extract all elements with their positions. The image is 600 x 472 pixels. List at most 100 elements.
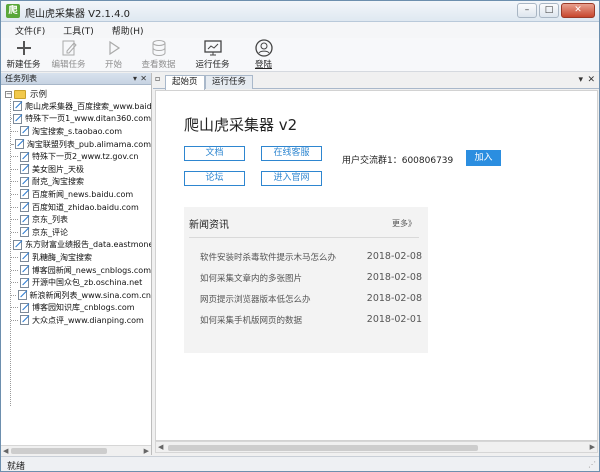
task-item-label: 百度知道_zhidao.baidu.com (32, 202, 139, 212)
task-tree-item[interactable]: 京东_评论 (11, 226, 151, 239)
menu-tools[interactable]: 工具(T) (54, 22, 103, 38)
content-hscrollbar[interactable]: ◀ ▶ (155, 441, 598, 453)
task-tree-item[interactable]: 百度知道_zhidao.baidu.com (11, 201, 151, 214)
task-file-icon (20, 176, 29, 187)
task-item-label: 博客园新闻_news_cnblogs.com (31, 265, 151, 275)
menu-help[interactable]: 帮助(H) (103, 22, 153, 38)
forum-button[interactable]: 论坛 (184, 171, 245, 186)
task-item-label: 耐克_淘宝搜索 (32, 177, 84, 187)
news-item[interactable]: 网页提示浏览器版本低怎么办 2018-02-08 (200, 293, 422, 314)
news-item[interactable]: 软件安装时杀毒软件提示木马怎么办 2018-02-08 (200, 251, 422, 272)
task-tree-item[interactable]: 淘宝搜索_s.taobao.com (11, 125, 151, 138)
menu-bar: 文件(F) 工具(T) 帮助(H) (1, 22, 599, 38)
monitor-icon (203, 38, 223, 58)
task-tree-item[interactable]: 特殊下一页1_www.ditan360.com (11, 113, 151, 126)
panel-dropdown-icon[interactable]: ▾ (133, 73, 137, 84)
panel-close-icon[interactable]: ✕ (140, 73, 147, 84)
view-data-button[interactable]: 查看数据 (136, 38, 181, 72)
edit-task-label: 编辑任务 (51, 60, 86, 70)
news-item-date: 2018-02-08 (366, 251, 422, 262)
run-task-button[interactable]: 运行任务 (185, 38, 240, 72)
tree-root-examples[interactable]: − 示例 (5, 88, 47, 100)
task-tree-item[interactable]: 新浪新闻列表_www.sina.com.cn (11, 289, 151, 302)
tab-start-page[interactable]: 起始页 (165, 75, 205, 90)
task-item-label: 大众点评_www.dianping.com (32, 315, 144, 325)
login-label: 登陆 (254, 60, 272, 70)
task-file-icon (20, 202, 29, 213)
news-list: 软件安装时杀毒软件提示木马怎么办 2018-02-08 如何采集文章内的多张图片 20… (200, 251, 422, 335)
task-tree-item[interactable]: 耐克_淘宝搜索 (11, 176, 151, 189)
task-list-title: 任务列表 (5, 74, 37, 83)
task-tree-item[interactable]: 大众点评_www.dianping.com (11, 314, 151, 327)
menu-file[interactable]: 文件(F) (1, 22, 54, 38)
task-item-label: 东方财富业绩报告_data.eastmoney.com (25, 240, 151, 250)
task-item-label: 博客园知识库_cnblogs.com (32, 303, 135, 313)
task-tree: − 示例 爬山虎采集器_百度搜索_www.baidu.com 特殊下一页1_www… (1, 85, 151, 444)
task-file-icon (20, 164, 29, 175)
task-tree-item[interactable]: 淘宝联盟列表_pub.alimama.com (11, 138, 151, 151)
collapse-icon[interactable]: − (5, 90, 12, 98)
tab-run-task[interactable]: 运行任务 (205, 75, 254, 89)
news-item[interactable]: 如何采集手机版网页的数据 2018-02-01 (200, 314, 422, 335)
task-tree-item[interactable]: 美女图片_天极 (11, 163, 151, 176)
docs-button[interactable]: 文档 (184, 146, 245, 161)
tree-root-label: 示例 (30, 90, 48, 100)
task-tree-item[interactable]: 京东_列表 (11, 213, 151, 226)
task-tree-item[interactable]: 特殊下一页2_www.tz.gov.cn (11, 150, 151, 163)
news-item-title[interactable]: 软件安装时杀毒软件提示木马怎么办 (200, 251, 336, 272)
task-list-header: 任务列表 ▾ ✕ (1, 73, 151, 85)
task-list-panel: 任务列表 ▾ ✕ − 示例 爬山虎采集器_百度搜索_www.baidu.com 特… (1, 73, 152, 455)
tab-close-icon[interactable]: ✕ (587, 75, 595, 85)
scroll-right-icon[interactable]: ▶ (590, 443, 595, 451)
task-list-hscrollbar[interactable]: ◀ ▶ (1, 445, 151, 455)
minimize-icon[interactable]: – (517, 3, 537, 18)
online-service-button[interactable]: 在线客服 (261, 146, 322, 161)
resize-grip-icon[interactable]: ⋰ (588, 460, 596, 469)
plus-icon (15, 38, 33, 58)
scroll-left-icon[interactable]: ◀ (3, 446, 8, 456)
task-tree-item[interactable]: 东方财富业绩报告_data.eastmoney.com (11, 239, 151, 252)
new-task-button[interactable]: 新建任务 (1, 38, 46, 72)
login-button[interactable]: 登陆 (241, 38, 286, 72)
close-icon[interactable]: ✕ (561, 3, 595, 18)
scroll-thumb[interactable] (11, 448, 107, 454)
user-group-text: 用户交流群1：600806739 (342, 156, 454, 166)
task-file-icon (20, 214, 29, 225)
edit-task-button[interactable]: 编辑任务 (46, 38, 91, 72)
task-item-label: 新浪新闻列表_www.sina.com.cn (29, 290, 151, 300)
scroll-left-icon[interactable]: ◀ (158, 443, 163, 451)
task-tree-item[interactable]: 百度新闻_news.baidu.com (11, 188, 151, 201)
task-file-icon (20, 252, 29, 263)
task-tree-item[interactable]: 开源中国众包_zb.oschina.net (11, 276, 151, 289)
task-file-icon (20, 227, 29, 238)
scroll-right-icon[interactable]: ▶ (144, 446, 149, 456)
task-item-label: 百度新闻_news.baidu.com (32, 189, 134, 199)
news-more-link[interactable]: 更多》 (392, 218, 416, 229)
news-item-title[interactable]: 如何采集手机版网页的数据 (200, 314, 302, 335)
join-group-button[interactable]: 加入 (466, 150, 501, 166)
scroll-thumb[interactable] (168, 445, 478, 451)
toolbar: 新建任务 编辑任务 开始 查看数据 运行任务 登陆 (1, 38, 599, 72)
task-tree-item[interactable]: 爬山虎采集器_百度搜索_www.baidu.com (11, 100, 151, 113)
app-logo-icon: 爬 (6, 4, 20, 18)
tab-dropdown-icon[interactable]: ▾ (578, 75, 583, 85)
document-pane: 起始页 运行任务 ▫ ▾ ✕ 爬山虎采集器 v2 文档 在线客服 用户交流群1：… (153, 73, 599, 455)
task-tree-item[interactable]: 博客园知识库_cnblogs.com (11, 302, 151, 315)
task-tree-item[interactable]: 博客园新闻_news_cnblogs.com (11, 264, 151, 277)
pin-icon[interactable]: ▫ (155, 74, 160, 83)
news-item-title[interactable]: 网页提示浏览器版本低怎么办 (200, 293, 311, 314)
website-button[interactable]: 进入官网 (261, 171, 322, 186)
task-file-icon (20, 302, 29, 313)
start-button[interactable]: 开始 (91, 38, 136, 72)
task-file-icon (20, 189, 29, 200)
news-item-date: 2018-02-01 (366, 314, 422, 325)
start-page-content: 爬山虎采集器 v2 文档 在线客服 用户交流群1：600806739 加入 论坛… (155, 90, 598, 441)
maximize-icon[interactable]: □ (539, 3, 559, 18)
user-icon (254, 38, 273, 58)
news-item[interactable]: 如何采集文章内的多张图片 2018-02-08 (200, 272, 422, 293)
news-item-date: 2018-02-08 (366, 272, 422, 283)
task-file-icon (17, 290, 27, 301)
task-tree-item[interactable]: 乳糖酶_淘宝搜索 (11, 251, 151, 264)
title-bar[interactable]: 爬 爬山虎采集器 V2.1.4.0 – □ ✕ (1, 1, 599, 22)
news-item-title[interactable]: 如何采集文章内的多张图片 (200, 272, 302, 293)
